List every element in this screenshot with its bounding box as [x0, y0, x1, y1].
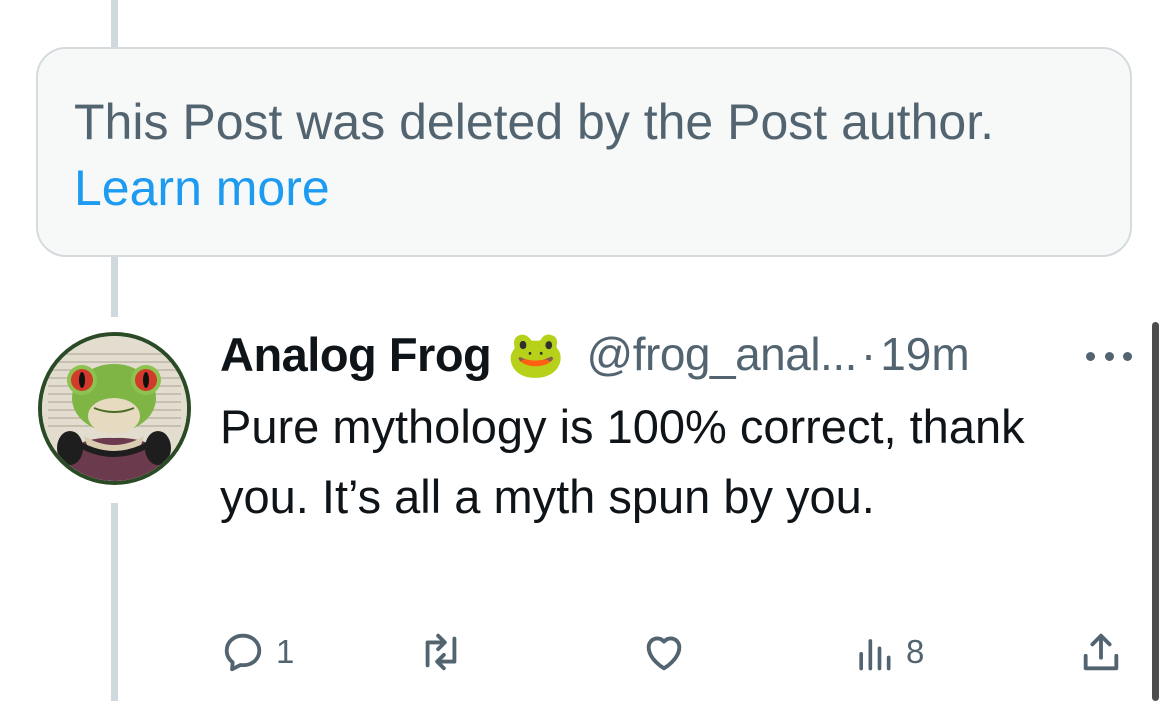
avatar[interactable] [38, 332, 191, 485]
author-handle[interactable]: @frog_anal... [587, 327, 858, 381]
like-button[interactable] [640, 622, 698, 682]
repost-button[interactable] [418, 622, 474, 682]
share-button[interactable] [1078, 622, 1124, 682]
views-button[interactable]: 8 [852, 622, 924, 682]
reply-count: 1 [276, 633, 295, 670]
author-display-name[interactable]: Analog Frog [220, 327, 492, 382]
thread-line-top [111, 0, 118, 47]
frog-avatar-icon [42, 336, 187, 481]
reply-icon [224, 633, 262, 672]
scrollbar[interactable] [1152, 322, 1159, 701]
repost-icon [425, 633, 457, 671]
separator-dot: · [860, 328, 877, 380]
reply-header: Analog Frog 🐸 @frog_anal... · 19m [220, 322, 970, 386]
more-icon [1123, 351, 1132, 361]
views-count: 8 [906, 633, 925, 670]
action-bar: 1 8 [220, 622, 1132, 682]
like-icon [646, 636, 682, 671]
more-options-button[interactable] [1086, 336, 1132, 376]
frog-emoji-icon: 🐸 [507, 328, 565, 380]
deleted-post-message: This Post was deleted by the Post author… [74, 94, 994, 150]
views-icon [859, 639, 891, 671]
reply-text: Pure mythology is 100% correct, thank yo… [220, 400, 1025, 523]
learn-more-link[interactable]: Learn more [74, 155, 1094, 221]
post-timestamp[interactable]: 19m [880, 327, 969, 381]
reply-button[interactable]: 1 [220, 622, 294, 682]
more-icon [1086, 351, 1095, 361]
thread-line-bottom [111, 503, 118, 701]
thread-view: This Post was deleted by the Post author… [0, 0, 1170, 701]
thread-line-middle [111, 257, 118, 317]
share-icon [1083, 633, 1119, 671]
deleted-post-notice: This Post was deleted by the Post author… [36, 47, 1132, 257]
more-icon [1104, 351, 1114, 361]
